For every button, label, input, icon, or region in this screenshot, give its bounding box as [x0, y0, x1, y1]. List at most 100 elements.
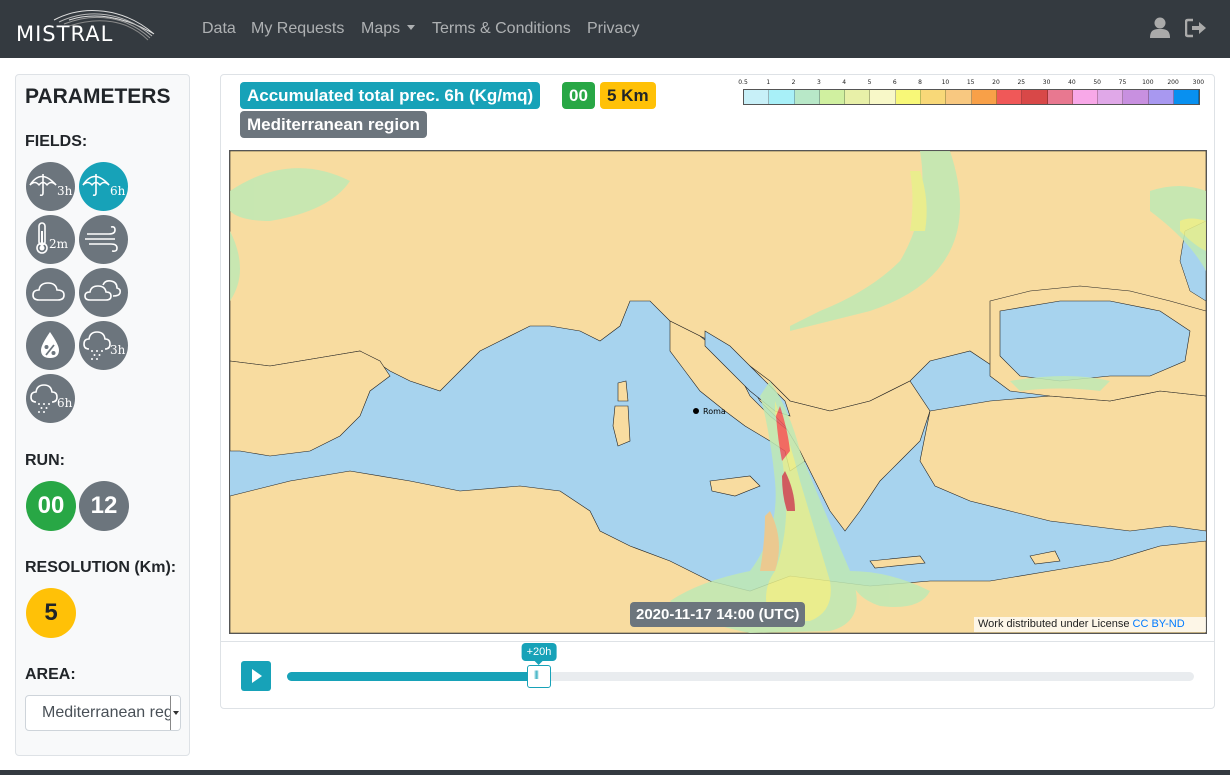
legend-tick: 200 — [1167, 79, 1179, 86]
field-badge: Accumulated total prec. 6h (Kg/mq) — [240, 82, 541, 109]
legend-tick: 15 — [966, 79, 975, 86]
field-cloud-button[interactable] — [26, 268, 75, 317]
legend-tick: 300 — [1192, 79, 1205, 86]
legend-tick: 8 — [918, 79, 923, 86]
legend-tick: 1 — [766, 79, 771, 86]
legend-tick: 3 — [816, 79, 821, 86]
logout-icon[interactable] — [1185, 17, 1207, 39]
legend-tick: 2 — [791, 79, 796, 86]
legend-swatch — [971, 90, 997, 104]
legend-tick: 25 — [1017, 79, 1026, 86]
area-badge: Mediterranean region — [240, 111, 427, 138]
license-text: Work distributed under License — [978, 618, 1133, 630]
legend-swatch — [819, 90, 846, 104]
navbar: MISTRAL Data My Requests Maps Terms & Co… — [0, 0, 1230, 58]
nav-data[interactable]: Data — [202, 20, 236, 38]
field-sub-label: 3h — [57, 184, 73, 198]
map-image: Roma — [230, 151, 1206, 633]
field-sub-label: 6h — [57, 396, 73, 410]
field-temp-2m-button[interactable]: 2m — [26, 215, 75, 264]
run-badge: 00 — [562, 82, 595, 109]
nav-privacy[interactable]: Privacy — [587, 20, 639, 38]
field-sub-label: 6h — [110, 184, 126, 198]
legend-tick: 100 — [1142, 79, 1154, 86]
legend-tick: 40 — [1068, 79, 1076, 86]
legend-swatch — [921, 90, 947, 104]
legend-color-bar — [743, 89, 1201, 105]
field-clouds-button[interactable] — [79, 268, 128, 317]
field-prec-3h-button[interactable]: 3h — [26, 162, 75, 211]
license-note: Work distributed under License CC BY-ND … — [974, 617, 1206, 632]
run-label: RUN: — [25, 452, 65, 469]
area-label: AREA: — [25, 666, 76, 683]
brand-text: MISTRAL — [16, 22, 114, 46]
legend-tick: 4 — [842, 79, 847, 86]
field-snow-3h-button[interactable]: 3h — [79, 321, 128, 370]
legend-swatch — [946, 90, 972, 104]
legend-tick: 0.5 — [738, 79, 748, 86]
field-sub-label: 3h — [110, 343, 126, 357]
nav-terms[interactable]: Terms & Conditions — [432, 20, 571, 38]
legend-tick: 75 — [1118, 79, 1127, 86]
legend-swatch — [1047, 90, 1073, 104]
run-12-button[interactable]: 12 — [79, 481, 129, 531]
legend-swatch — [794, 90, 820, 104]
legend-swatch — [769, 90, 795, 104]
resolution-badge: 5 Km — [600, 82, 656, 109]
slider-fill — [287, 672, 539, 681]
nav-my-requests[interactable]: My Requests — [251, 20, 344, 38]
parameters-title: PARAMETERS — [25, 85, 171, 108]
legend-swatch — [1148, 90, 1175, 104]
legend-tick: 50 — [1093, 79, 1102, 86]
wind-icon — [85, 226, 118, 252]
field-snow-6h-button[interactable]: 6h — [26, 374, 75, 423]
cloud-icon — [32, 282, 65, 301]
fields-label: FIELDS: — [25, 133, 88, 150]
area-select-value: Mediterranean region — [42, 704, 181, 721]
color-legend: 0.5 1 2 3 4 5 6 8 10 15 20 25 30 40 50 75 100 200 300 — [738, 79, 1204, 107]
slider-tooltip: +20h — [521, 643, 557, 665]
field-wind-button[interactable] — [79, 215, 128, 264]
area-select[interactable]: Mediterranean region — [25, 695, 181, 731]
run-00-button[interactable]: 00 — [26, 481, 76, 531]
legend-swatch — [895, 90, 922, 104]
map-panel: Accumulated total prec. 6h (Kg/mq) 00 5 … — [220, 74, 1215, 709]
chevron-down-icon — [170, 696, 180, 730]
legend-tick: 5 — [867, 79, 872, 86]
legend-tick: 30 — [1042, 79, 1051, 86]
legend-tick: 6 — [892, 79, 897, 86]
footer-bar — [0, 770, 1230, 775]
user-icon[interactable] — [1150, 17, 1170, 39]
legend-tick: 10 — [941, 79, 950, 86]
parameters-panel: PARAMETERS FIELDS: 3h 6h 2m 3h 6h RUN: 0… — [15, 74, 190, 756]
chevron-down-icon — [407, 25, 416, 30]
timestamp-badge: 2020-11-17 14:00 (UTC) — [630, 602, 806, 627]
city-label: Roma — [703, 407, 726, 416]
legend-swatch — [1123, 90, 1149, 104]
nav-maps-dropdown[interactable]: Maps — [361, 20, 416, 38]
time-slider[interactable]: +20h — [287, 643, 1194, 688]
legend-swatch — [870, 90, 896, 104]
field-prec-6h-button[interactable]: 6h — [79, 162, 128, 211]
clouds-icon — [84, 280, 121, 301]
legend-swatch — [1022, 90, 1048, 104]
city-marker-icon — [693, 408, 699, 414]
panel-divider — [221, 641, 1214, 642]
resolution-label: RESOLUTION (Km): — [25, 559, 177, 576]
legend-tick-labels: 0.5 1 2 3 4 5 6 8 10 15 20 25 30 40 50 75 100 200 300 — [738, 79, 1204, 87]
play-button[interactable] — [241, 661, 271, 691]
legend-tick: 20 — [992, 79, 1000, 86]
humidity-drop-icon — [41, 332, 59, 358]
legend-swatch — [1072, 90, 1099, 104]
precipitation-map[interactable]: Roma 2020-11-17 14:00 (UTC) Work distrib… — [229, 150, 1207, 634]
legend-swatch — [1098, 90, 1124, 104]
legend-swatch — [744, 90, 770, 104]
field-sub-label: 2m — [49, 237, 69, 251]
mistral-logo[interactable]: MISTRAL — [14, 6, 156, 46]
legend-swatch — [996, 90, 1023, 104]
field-humidity-button[interactable] — [26, 321, 75, 370]
resolution-5-button[interactable]: 5 — [26, 588, 76, 638]
legend-swatch — [845, 90, 871, 104]
slider-handle[interactable] — [527, 665, 551, 688]
legend-swatch — [1174, 90, 1200, 104]
